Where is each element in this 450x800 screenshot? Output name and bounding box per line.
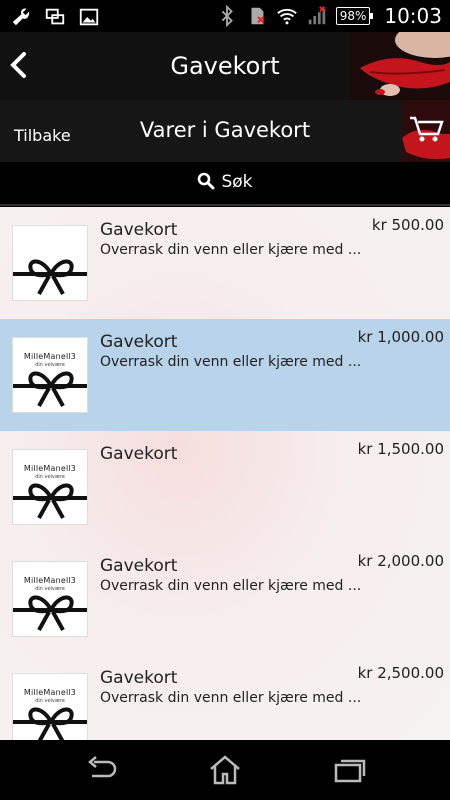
wrench-icon [12,8,30,26]
lips-banner-image [350,32,450,100]
cart-icon [402,100,450,162]
list-item[interactable]: MilleManell3 din velvære Gavekort kr 1,5… [0,431,450,543]
list-item[interactable]: MilleManell3 din velvære Gavekort Overra… [0,319,450,431]
product-thumbnail: MilleManell3 din velvære [12,337,88,413]
product-name: Gavekort [100,332,178,352]
product-thumbnail: MilleManell3 din velvære [12,561,88,637]
bluetooth-icon [221,5,233,27]
cart-button[interactable] [402,100,450,162]
bow-logo-icon [13,707,87,740]
signal-icon [308,6,325,25]
product-price: kr 500.00 [371,216,444,234]
bow-logo-icon [13,371,87,407]
list-item[interactable]: MilleManell3 din velvære Gavekort Overra… [0,543,450,655]
nav-recents-icon[interactable] [332,754,368,786]
bow-logo-icon [13,595,87,631]
app-header: Gavekort [0,32,450,100]
screen-mirror-icon [45,8,65,25]
product-price: kr 2,000.00 [357,552,444,570]
nav-back-icon[interactable] [82,754,118,786]
brand-logo-text: MilleManell3 [23,576,77,585]
product-name: Gavekort [100,668,178,688]
search-icon [198,172,215,190]
product-description: Overrask din venn eller kjære med ... [100,690,362,706]
product-description: Overrask din venn eller kjære med ... [100,354,362,370]
product-description: Overrask din venn eller kjære med ... [100,578,362,594]
wifi-icon [276,8,297,25]
product-price: kr 1,500.00 [357,440,444,458]
brand-logo-text: MilleManell3 [23,352,77,361]
product-name: Gavekort [100,444,178,464]
product-thumbnail: MilleManell3 din velvære [12,449,88,525]
list-item[interactable]: Gavekort Overrask din venn eller kjære m… [0,207,450,319]
list-item[interactable]: MilleManell3 din velvære Gavekort Overra… [0,655,450,740]
no-sim-icon [251,7,264,25]
product-thumbnail [12,225,88,301]
product-description: Overrask din venn eller kjære med ... [100,242,362,258]
image-icon [79,8,99,26]
brand-logo-text: MilleManell3 [23,464,77,473]
product-price: kr 1,000.00 [357,328,444,346]
product-thumbnail: MilleManell3 din velvære [12,673,88,740]
battery-indicator: 98% [335,7,374,25]
category-title: Varer i Gavekort [139,118,311,142]
product-price: kr 2,500.00 [357,664,444,682]
status-bar: 98% 10:03 [0,0,450,32]
product-list[interactable]: Gavekort Overrask din venn eller kjære m… [0,207,450,740]
bow-logo-icon [13,259,87,295]
product-name: Gavekort [100,556,178,576]
product-name: Gavekort [100,220,178,240]
search-bar[interactable]: Søk [0,162,450,206]
category-bar: Tilbake Varer i Gavekort [0,100,450,162]
clock: 10:03 [384,4,442,28]
bow-logo-icon [13,483,87,519]
search-label: Søk [221,172,253,192]
nav-home-icon[interactable] [207,754,243,786]
brand-logo-text: MilleManell3 [23,688,77,697]
system-nav-bar [0,740,450,800]
